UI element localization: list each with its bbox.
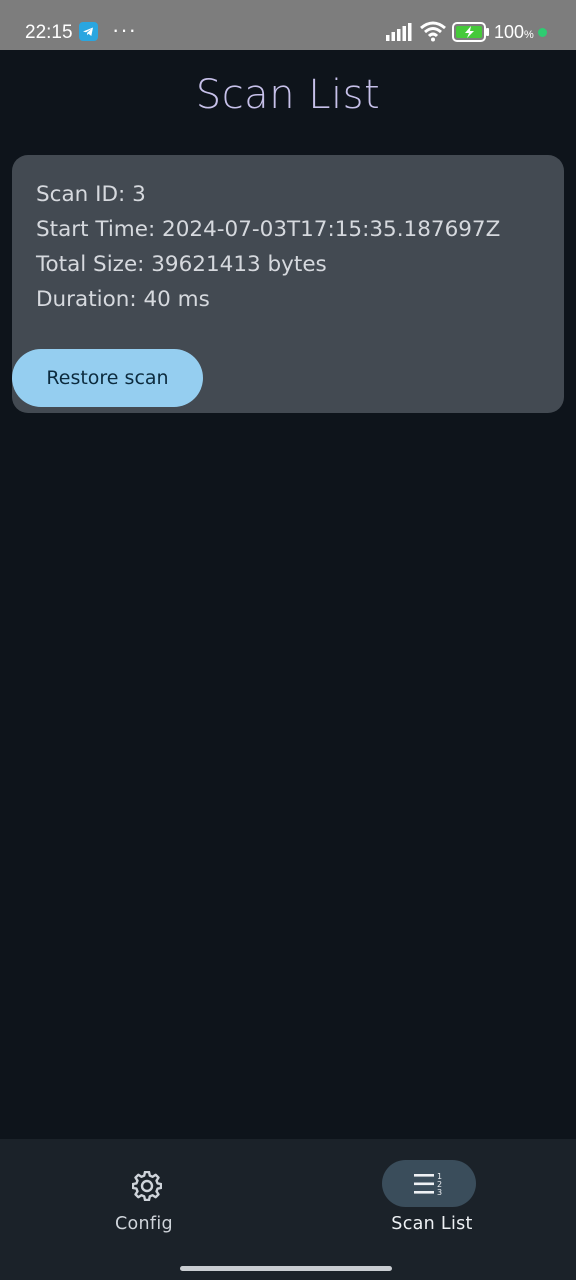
signal-icon [386, 23, 412, 46]
start-time: Start Time: 2024-07-03T17:15:35.187697Z [36, 217, 501, 242]
status-bar: 22:15 ··· 100% [0, 0, 576, 50]
wifi-icon [419, 20, 447, 47]
duration: Duration: 40 ms [36, 287, 210, 312]
numbered-list-icon: 1 2 3 [414, 1171, 444, 1202]
scan-id: Scan ID: 3 [36, 182, 146, 207]
more-notifications-icon: ··· [112, 17, 137, 42]
nav-item-config[interactable]: Config [0, 1139, 288, 1259]
svg-text:3: 3 [437, 1188, 442, 1197]
nav-label-config: Config [115, 1214, 173, 1234]
gear-icon [131, 1170, 163, 1206]
nav-item-scan-list[interactable]: 1 2 3 Scan List [288, 1139, 576, 1259]
battery-percent: 100% [494, 22, 534, 42]
nav-pill [99, 1160, 193, 1207]
scan-card: Scan ID: 3 Start Time: 2024-07-03T17:15:… [12, 155, 564, 413]
home-indicator[interactable] [180, 1266, 392, 1271]
page-title: Scan List [195, 72, 381, 118]
restore-scan-button[interactable]: Restore scan [12, 349, 203, 407]
status-time: 22:15 [25, 22, 73, 43]
bottom-navigation: Config 1 2 3 Scan List [0, 1139, 576, 1280]
telegram-icon [79, 22, 98, 41]
nav-label-scan-list: Scan List [391, 1214, 473, 1234]
total-size: Total Size: 39621413 bytes [36, 252, 327, 277]
privacy-indicator-dot [538, 28, 547, 37]
nav-selected-pill: 1 2 3 [382, 1160, 476, 1207]
battery-charging-icon [452, 22, 490, 47]
